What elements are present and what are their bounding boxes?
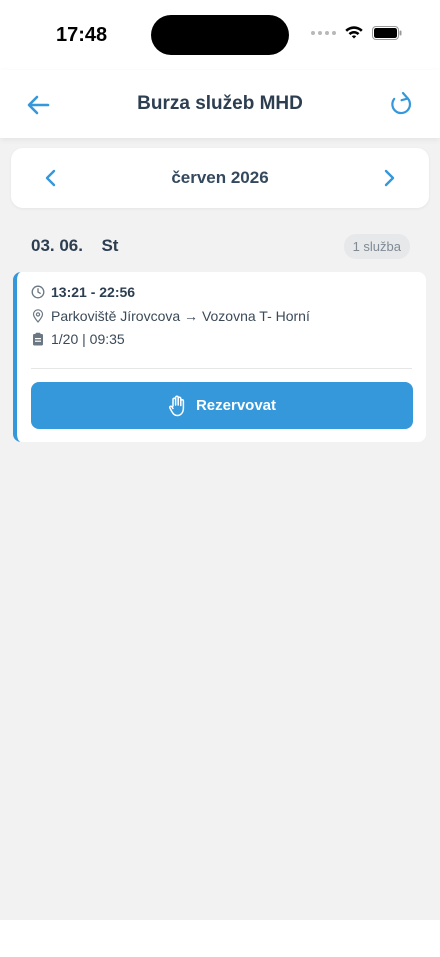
shift-time: 13:21 - 22:56 [51, 284, 136, 300]
shift-duty: 1/20 | 09:35 [51, 331, 125, 347]
shift-count-badge: 1 služba [343, 234, 410, 259]
day-weekday: St [101, 236, 119, 255]
home-indicator-area [0, 920, 440, 957]
shift-route: Parkoviště Jírovcova → Vozovna T- Horní [51, 308, 310, 324]
reserve-button-label: Rezervovat [195, 397, 277, 414]
clock-icon [31, 285, 45, 299]
shift-time-row: 13:21 - 22:56 [31, 284, 135, 300]
status-icons [311, 25, 402, 40]
refresh-button[interactable] [386, 89, 416, 119]
wifi-icon [345, 26, 363, 39]
divider [31, 368, 412, 369]
next-month-button[interactable] [377, 166, 401, 190]
chevron-right-icon [384, 169, 395, 187]
page-title: Burza služeb MHD [137, 93, 303, 114]
dynamic-island [151, 15, 289, 55]
refresh-icon [391, 91, 412, 115]
signal-icon [311, 30, 336, 35]
shift-duty-row: 1/20 | 09:35 [31, 331, 125, 347]
month-label: červen 2026 [171, 168, 269, 187]
reserve-button[interactable]: Rezervovat [31, 382, 413, 429]
location-pin-icon [32, 309, 44, 323]
shift-card: 13:21 - 22:56 Parkoviště Jírovcova → Voz… [13, 272, 426, 442]
shift-route-row: Parkoviště Jírovcova → Vozovna T- Horní [31, 308, 310, 324]
clipboard-icon [33, 332, 43, 346]
battery-icon [372, 25, 402, 40]
day-header: 03. 06. St 1 služba [31, 234, 410, 260]
app-header: Burza služeb MHD [0, 70, 440, 138]
hand-icon [169, 395, 185, 416]
day-date: 03. 06. [31, 236, 83, 255]
status-time: 17:48 [56, 24, 108, 46]
content-area: červen 2026 03. 06. St 1 služba 13:21 - … [0, 138, 440, 920]
status-bar: 17:48 [0, 0, 440, 70]
month-navigator: červen 2026 [11, 148, 429, 208]
